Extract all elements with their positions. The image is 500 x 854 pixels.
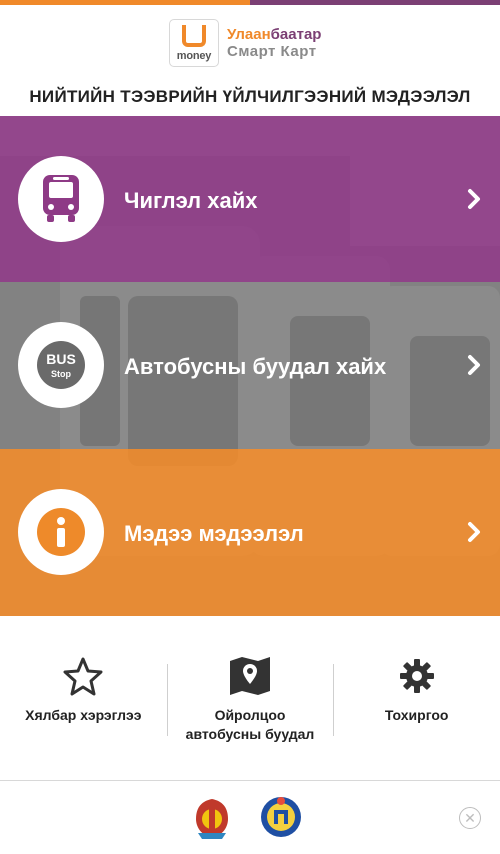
nav-favorites[interactable]: Хялбар хэрэглээ	[0, 636, 167, 756]
bus-icon	[43, 175, 79, 222]
route-search-icon-circle	[18, 156, 104, 242]
bus-stop-icon: BUS Stop	[37, 341, 85, 389]
nav-settings[interactable]: Тохиргоо	[333, 636, 500, 756]
brand-name-part1: Улаан	[227, 26, 271, 43]
ad-bar: ✕	[0, 780, 500, 854]
gear-icon	[399, 659, 434, 693]
chevron-right-icon	[468, 355, 480, 375]
app-header: money Улаанбаатар Смарт Карт НИЙТИЙН ТЭЭ…	[0, 5, 500, 115]
news-icon-circle	[18, 489, 104, 575]
route-search-label: Чиглэл хайх	[124, 188, 258, 213]
bottom-navigation: Хялбар хэрэглээ Ойролцоо автобусны бууда…	[0, 636, 500, 756]
logo-money-text: money	[176, 50, 212, 62]
info-icon	[37, 508, 85, 556]
state-emblem-logo	[196, 799, 228, 839]
chevron-right-icon	[468, 522, 480, 542]
brand-name-part2: баатар	[270, 26, 322, 43]
page-title: НИЙТИЙН ТЭЭВРИЙН ҮЙЛЧИЛГЭЭНИЙ МЭДЭЭЛЭЛ	[29, 87, 471, 106]
brand-logo: money Улаанбаатар Смарт Карт	[169, 19, 321, 67]
city-emblem-logo	[261, 797, 301, 837]
star-icon	[63, 657, 103, 696]
nav-nearby-stops[interactable]: Ойролцоо автобусны буудал	[166, 636, 334, 756]
brand-name-line1: Улаанбаатар	[227, 26, 321, 43]
news-label: Мэдээ мэдээлэл	[124, 521, 304, 546]
menu-news[interactable]: Мэдээ мэдээлэл	[0, 449, 500, 616]
brand-name-line2: Смарт Карт	[227, 43, 317, 60]
bus-stop-search-label: Автобусны буудал хайх	[124, 354, 387, 379]
nav-favorites-label: Хялбар хэрэглээ	[25, 707, 142, 723]
map-pin-icon	[230, 657, 270, 695]
u-letter-mark	[182, 25, 206, 47]
menu-route-search[interactable]: Чиглэл хайх	[0, 116, 500, 282]
menu-banner: Чиглэл хайх BUS Stop Автобусны буудал ха…	[0, 116, 500, 616]
bus-badge-top: BUS	[46, 351, 76, 367]
nav-nearby-stops-label: Ойролцоо автобусны буудал	[185, 707, 315, 742]
u-money-logo: money	[169, 19, 219, 67]
menu-bus-stop-search[interactable]: BUS Stop Автобусны буудал хайх	[0, 282, 500, 449]
ad-close-button[interactable]: ✕	[459, 807, 481, 829]
bus-badge-bottom: Stop	[51, 369, 71, 379]
nav-settings-label: Тохиргоо	[384, 707, 449, 723]
chevron-right-icon	[468, 189, 480, 209]
bus-stop-icon-circle: BUS Stop	[18, 322, 104, 408]
